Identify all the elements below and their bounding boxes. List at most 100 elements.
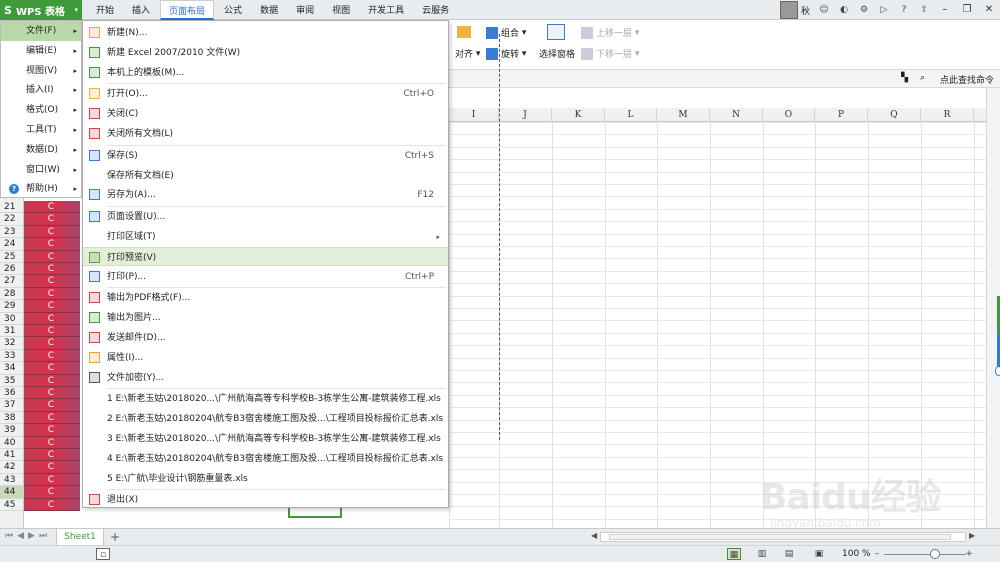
add-sheet-button[interactable]: + <box>110 530 120 544</box>
column-header-j[interactable]: J <box>499 108 552 122</box>
zoom-knob[interactable] <box>930 549 940 559</box>
rotate-button[interactable]: 旋转 ▾ <box>486 47 526 60</box>
row-header-27[interactable]: 27 <box>0 275 24 288</box>
file-menu-item-19[interactable]: 2 E:\新老玉姑\20180204\航专B3宿舍楼施工图及投...\工程项目投… <box>83 409 448 429</box>
group-button[interactable]: 组合 ▾ <box>486 26 526 39</box>
tab-7[interactable]: 开发工具 <box>360 0 412 20</box>
file-menu-item-3[interactable]: 打开(O)... Ctrl+O <box>83 84 448 104</box>
file-menu-item-4[interactable]: 关闭(C) <box>83 104 448 124</box>
cell-c-33[interactable]: C <box>24 349 80 363</box>
menu-item-5[interactable]: 工具(T) ▸ <box>1 120 81 140</box>
cell-c-21[interactable]: C <box>24 201 80 214</box>
column-header-l[interactable]: L <box>605 108 657 122</box>
row-header-35[interactable]: 35 <box>0 375 24 387</box>
menu-item-3[interactable]: 插入(I) ▸ <box>1 80 81 100</box>
send-backward-button[interactable]: 下移一层 ▾ <box>581 47 639 60</box>
row-header-39[interactable]: 39 <box>0 424 24 437</box>
cell-c-28[interactable]: C <box>24 287 80 301</box>
minimize-button[interactable]: – <box>934 1 956 19</box>
cell-c-45[interactable]: C <box>24 498 80 511</box>
row-header-43[interactable]: 43 <box>0 474 24 487</box>
row-header-28[interactable]: 28 <box>0 288 24 301</box>
file-menu-item-13[interactable]: 输出为PDF格式(F)... <box>83 288 448 308</box>
column-header-q[interactable]: Q <box>868 108 921 122</box>
cell-c-40[interactable]: C <box>24 436 80 449</box>
row-header-29[interactable]: 29 <box>0 300 24 313</box>
scroll-thumb[interactable] <box>609 534 951 540</box>
zoom-slider[interactable] <box>884 554 966 555</box>
file-menu-item-11[interactable]: 打印预览(V) <box>83 246 448 267</box>
sync-icon[interactable]: ◐ <box>837 3 851 17</box>
horizontal-scrollbar[interactable] <box>600 532 966 542</box>
vertical-scrollbar[interactable] <box>986 88 1000 528</box>
pin-icon[interactable]: ▚ <box>901 73 908 83</box>
file-menu-item-22[interactable]: 5 E:\广航\毕业设计\钢筋重量表.xls <box>83 469 448 489</box>
tab-2[interactable]: 页面布局 <box>160 0 215 20</box>
cell-c-42[interactable]: C <box>24 461 80 474</box>
cell-c-29[interactable]: C <box>24 300 80 313</box>
tab-6[interactable]: 视图 <box>324 0 358 20</box>
menu-item-2[interactable]: 视图(V) ▸ <box>1 61 81 81</box>
file-menu-item-15[interactable]: 发送邮件(D)... <box>83 328 448 348</box>
row-header-32[interactable]: 32 <box>0 337 24 350</box>
row-header-40[interactable]: 40 <box>0 437 24 449</box>
cell-c-41[interactable]: C <box>24 449 80 462</box>
column-header-n[interactable]: N <box>710 108 763 122</box>
menu-item-0[interactable]: 文件(F) ▸ <box>1 21 81 41</box>
row-header-26[interactable]: 26 <box>0 263 24 276</box>
row-header-31[interactable]: 31 <box>0 325 24 338</box>
scroll-left-icon[interactable]: ◀ <box>591 531 597 540</box>
user-name[interactable]: 秋 <box>801 4 810 17</box>
file-menu-item-7[interactable]: 保存所有文档(E) <box>83 166 448 186</box>
menu-item-6[interactable]: 数据(D) ▸ <box>1 140 81 160</box>
file-menu-item-5[interactable]: 关闭所有文档(L) <box>83 124 448 144</box>
file-menu-item-16[interactable]: 属性(I)... <box>83 348 448 368</box>
file-menu-item-9[interactable]: 页面设置(U)... <box>83 207 448 227</box>
tab-4[interactable]: 数据 <box>252 0 286 20</box>
cell-c-25[interactable]: C <box>24 250 80 263</box>
cell-c-26[interactable]: C <box>24 263 80 276</box>
row-header-21[interactable]: 21 <box>0 201 24 214</box>
menu-item-8[interactable]: 帮助(H) ▸? <box>1 179 81 199</box>
row-header-30[interactable]: 30 <box>0 313 24 325</box>
cell-c-22[interactable]: C <box>24 213 80 226</box>
file-menu-item-20[interactable]: 3 E:\新老玉姑\2018020...\广州航海高等专科学校B-3栋学生公寓-… <box>83 429 448 449</box>
scroll-right-icon[interactable]: ▶ <box>969 531 975 540</box>
file-menu-item-10[interactable]: 打印区域(T) ▸ <box>83 227 448 247</box>
cell-c-37[interactable]: C <box>24 399 80 412</box>
zoom-out-icon[interactable]: – <box>870 548 884 560</box>
menu-item-7[interactable]: 窗口(W) ▸ <box>1 160 81 180</box>
row-header-45[interactable]: 45 <box>0 499 24 511</box>
row-header-33[interactable]: 33 <box>0 350 24 363</box>
menu-item-1[interactable]: 编辑(E) ▸ <box>1 41 81 61</box>
column-header-k[interactable]: K <box>552 108 605 122</box>
file-menu-item-6[interactable]: 保存(S) Ctrl+S <box>83 146 448 166</box>
row-header-42[interactable]: 42 <box>0 461 24 474</box>
zoom-in-icon[interactable]: + <box>962 548 976 560</box>
row-header-37[interactable]: 37 <box>0 399 24 412</box>
settings-icon[interactable]: ⚙ <box>857 3 871 17</box>
skin-icon[interactable]: ☺ <box>817 3 831 17</box>
file-menu-item-8[interactable]: 另存为(A)... F12 <box>83 185 448 205</box>
cell-c-44[interactable]: C <box>24 486 80 499</box>
sheet-tab[interactable]: Sheet1 <box>56 529 104 545</box>
cell-c-36[interactable]: C <box>24 387 80 400</box>
row-header-23[interactable]: 23 <box>0 226 24 239</box>
restore-button[interactable]: ❐ <box>956 1 978 19</box>
cell-c-30[interactable]: C <box>24 312 80 325</box>
bring-forward-button[interactable]: 上移一层 ▾ <box>581 26 639 39</box>
macro-icon[interactable]: ▫ <box>96 548 110 560</box>
file-menu-item-17[interactable]: 文件加密(Y)... <box>83 368 448 388</box>
row-header-38[interactable]: 38 <box>0 412 24 425</box>
row-header-22[interactable]: 22 <box>0 213 24 226</box>
tab-0[interactable]: 开始 <box>88 0 122 20</box>
tab-8[interactable]: 云服务 <box>414 0 457 20</box>
file-menu-item-12[interactable]: 打印(P)... Ctrl+P <box>83 267 448 287</box>
file-menu-item-21[interactable]: 4 E:\新老玉姑\20180204\航专B3宿舍楼施工图及投...\工程项目投… <box>83 449 448 469</box>
menu-item-4[interactable]: 格式(O) ▸ <box>1 100 81 120</box>
file-menu-item-0[interactable]: 新建(N)... <box>83 23 448 43</box>
row-header-34[interactable]: 34 <box>0 362 24 375</box>
cell-c-35[interactable]: C <box>24 374 80 387</box>
normal-view-icon[interactable]: ▦ <box>727 548 741 560</box>
column-header-r[interactable]: R <box>921 108 974 122</box>
